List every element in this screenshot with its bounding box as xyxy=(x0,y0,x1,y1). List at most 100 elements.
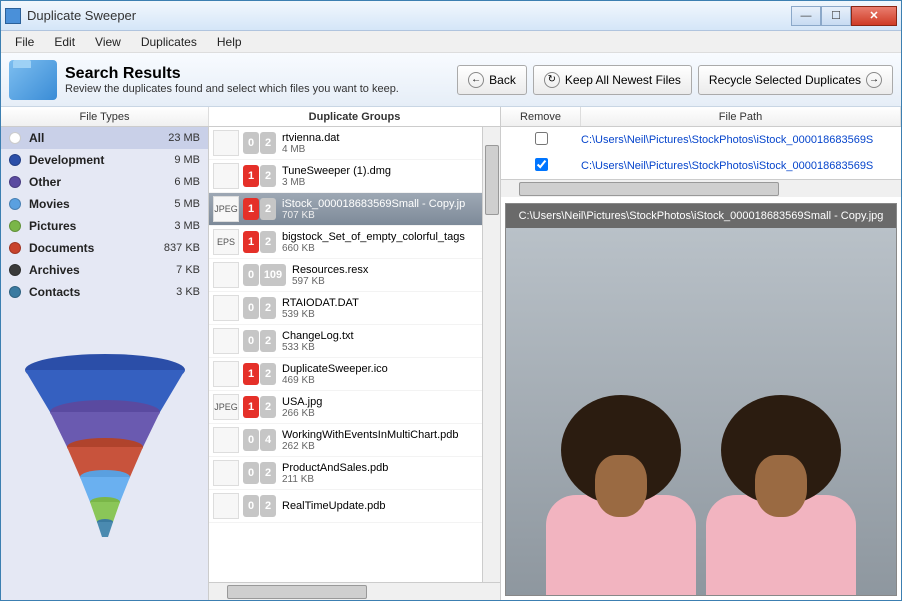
group-filename: TuneSweeper (1).dmg xyxy=(282,165,478,177)
arrow-right-icon: → xyxy=(866,72,882,88)
group-row[interactable]: 1 2 DuplicateSweeper.ico 469 KB xyxy=(209,358,482,391)
group-list[interactable]: 0 2 rtvienna.dat 4 MB 1 2 TuneSweeper (1… xyxy=(209,127,482,582)
file-icon xyxy=(213,295,239,321)
badge-total-count: 2 xyxy=(260,132,276,154)
groups-panel: 0 2 rtvienna.dat 4 MB 1 2 TuneSweeper (1… xyxy=(209,127,501,600)
type-name: Documents xyxy=(29,241,164,255)
type-dot-icon xyxy=(9,154,21,166)
group-filename: RealTimeUpdate.pdb xyxy=(282,500,478,512)
menu-duplicates[interactable]: Duplicates xyxy=(131,32,207,52)
header: Search Results Review the duplicates fou… xyxy=(1,53,901,107)
type-name: Archives xyxy=(29,263,176,277)
menu-help[interactable]: Help xyxy=(207,32,252,52)
group-row[interactable]: 0 109 Resources.resx 597 KB xyxy=(209,259,482,292)
type-size: 5 MB xyxy=(174,198,200,210)
file-icon xyxy=(213,427,239,453)
type-size: 837 KB xyxy=(164,242,200,254)
file-icon xyxy=(213,130,239,156)
group-row[interactable]: JPEG 1 2 iStock_000018683569Small - Copy… xyxy=(209,193,482,226)
type-row-contacts[interactable]: Contacts 3 KB xyxy=(1,281,208,303)
funnel-chart xyxy=(1,303,208,600)
group-size: 597 KB xyxy=(292,276,478,287)
group-row[interactable]: 0 2 ChangeLog.txt 533 KB xyxy=(209,325,482,358)
type-name: Pictures xyxy=(29,219,174,233)
group-row[interactable]: 1 2 TuneSweeper (1).dmg 3 MB xyxy=(209,160,482,193)
group-row[interactable]: 0 4 WorkingWithEventsInMultiChart.pdb 26… xyxy=(209,424,482,457)
groups-hscroll[interactable] xyxy=(209,582,500,600)
badge-total-count: 2 xyxy=(260,198,276,220)
col-groups[interactable]: Duplicate Groups xyxy=(209,107,501,126)
type-row-pictures[interactable]: Pictures 3 MB xyxy=(1,215,208,237)
badge-group: 1 2 xyxy=(243,396,276,418)
badge-keep-count: 1 xyxy=(243,231,259,253)
type-size: 6 MB xyxy=(174,176,200,188)
group-row[interactable]: EPS 1 2 bigstock_Set_of_empty_colorful_t… xyxy=(209,226,482,259)
badge-total-count: 2 xyxy=(260,231,276,253)
type-size: 3 MB xyxy=(174,220,200,232)
type-row-all[interactable]: All 23 MB xyxy=(1,127,208,149)
file-path[interactable]: C:\Users\Neil\Pictures\StockPhotos\iStoc… xyxy=(581,134,901,146)
col-remove[interactable]: Remove xyxy=(501,107,581,126)
group-row[interactable]: JPEG 1 2 USA.jpg 266 KB xyxy=(209,391,482,424)
group-row[interactable]: 0 2 RealTimeUpdate.pdb xyxy=(209,490,482,523)
type-name: Movies xyxy=(29,197,174,211)
badge-total-count: 2 xyxy=(260,330,276,352)
back-button[interactable]: ← Back xyxy=(457,65,527,95)
file-row[interactable]: C:\Users\Neil\Pictures\StockPhotos\iStoc… xyxy=(501,153,901,179)
sidebar: All 23 MB Development 9 MB Other 6 MB Mo… xyxy=(1,127,209,600)
group-row[interactable]: 0 2 ProductAndSales.pdb 211 KB xyxy=(209,457,482,490)
menu-file[interactable]: File xyxy=(5,32,44,52)
menu-view[interactable]: View xyxy=(85,32,131,52)
file-path[interactable]: C:\Users\Neil\Pictures\StockPhotos\iStoc… xyxy=(581,160,901,172)
column-headers: File Types Duplicate Groups Remove File … xyxy=(1,107,901,127)
group-size: 707 KB xyxy=(282,210,478,221)
col-path[interactable]: File Path xyxy=(581,107,901,126)
files-hscroll[interactable] xyxy=(501,179,901,197)
badge-total-count: 2 xyxy=(260,363,276,385)
badge-group: 1 2 xyxy=(243,198,276,220)
group-filename: ChangeLog.txt xyxy=(282,330,478,342)
badge-keep-count: 0 xyxy=(243,132,259,154)
badge-keep-count: 1 xyxy=(243,165,259,187)
maximize-button[interactable] xyxy=(821,6,851,26)
remove-checkbox[interactable] xyxy=(535,158,548,171)
badge-total-count: 2 xyxy=(260,297,276,319)
type-size: 9 MB xyxy=(174,154,200,166)
type-row-development[interactable]: Development 9 MB xyxy=(1,149,208,171)
menu-edit[interactable]: Edit xyxy=(44,32,85,52)
type-dot-icon xyxy=(9,242,21,254)
type-row-movies[interactable]: Movies 5 MB xyxy=(1,193,208,215)
file-icon xyxy=(213,262,239,288)
keep-newest-label: Keep All Newest Files xyxy=(565,73,681,87)
type-row-documents[interactable]: Documents 837 KB xyxy=(1,237,208,259)
group-filename: bigstock_Set_of_empty_colorful_tags xyxy=(282,231,478,243)
file-row[interactable]: C:\Users\Neil\Pictures\StockPhotos\iStoc… xyxy=(501,127,901,153)
col-types[interactable]: File Types xyxy=(1,107,209,126)
type-row-archives[interactable]: Archives 7 KB xyxy=(1,259,208,281)
group-row[interactable]: 0 2 RTAIODAT.DAT 539 KB xyxy=(209,292,482,325)
groups-vscroll[interactable] xyxy=(482,127,500,582)
badge-keep-count: 0 xyxy=(243,462,259,484)
preview-area: C:\Users\Neil\Pictures\StockPhotos\iStoc… xyxy=(505,203,897,596)
type-dot-icon xyxy=(9,220,21,232)
app-window: Duplicate Sweeper File Edit View Duplica… xyxy=(0,0,902,601)
keep-newest-button[interactable]: ↻ Keep All Newest Files xyxy=(533,65,692,95)
badge-total-count: 2 xyxy=(260,396,276,418)
type-row-other[interactable]: Other 6 MB xyxy=(1,171,208,193)
remove-checkbox[interactable] xyxy=(535,132,548,145)
type-size: 23 MB xyxy=(168,132,200,144)
titlebar[interactable]: Duplicate Sweeper xyxy=(1,1,901,31)
badge-total-count: 109 xyxy=(260,264,286,286)
back-button-label: Back xyxy=(489,73,516,87)
group-size: 539 KB xyxy=(282,309,478,320)
file-icon: JPEG xyxy=(213,196,239,222)
app-icon xyxy=(5,8,21,24)
badge-group: 0 109 xyxy=(243,264,286,286)
badge-keep-count: 0 xyxy=(243,495,259,517)
recycle-button[interactable]: Recycle Selected Duplicates → xyxy=(698,65,893,95)
group-row[interactable]: 0 2 rtvienna.dat 4 MB xyxy=(209,127,482,160)
type-dot-icon xyxy=(9,264,21,276)
badge-keep-count: 0 xyxy=(243,330,259,352)
minimize-button[interactable] xyxy=(791,6,821,26)
close-button[interactable] xyxy=(851,6,897,26)
